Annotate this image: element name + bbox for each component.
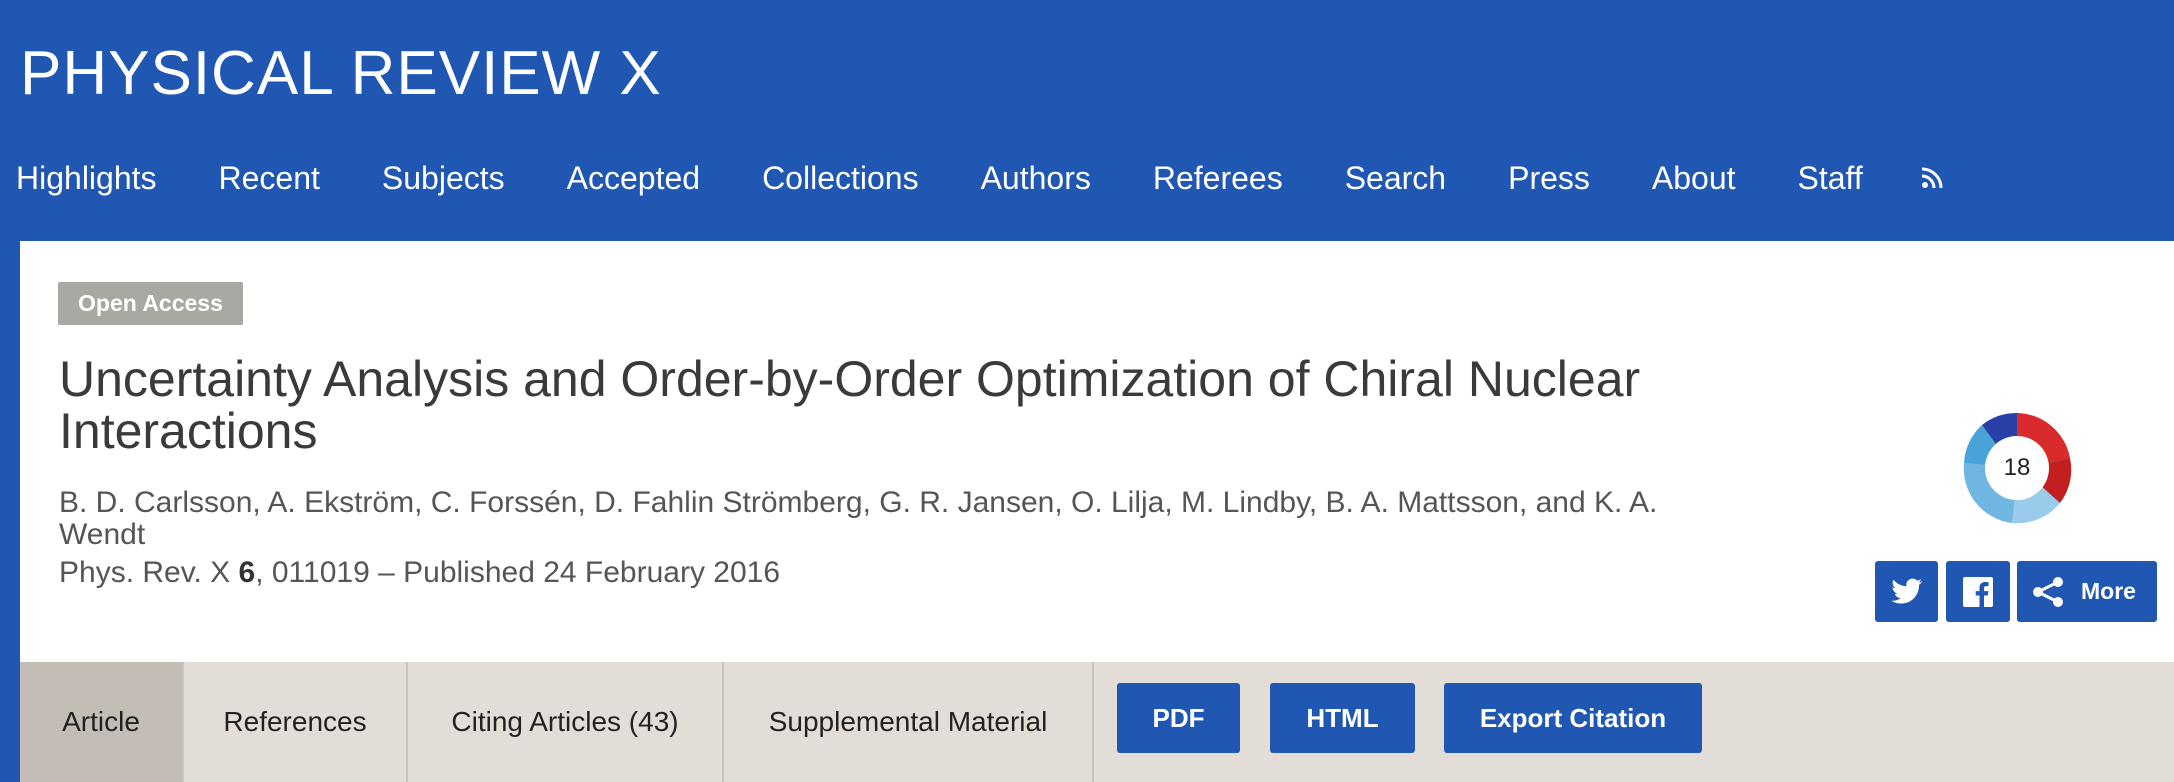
nav-recent[interactable]: Recent — [203, 150, 336, 206]
tab-citing-articles[interactable]: Citing Articles (43) — [408, 662, 724, 782]
tab-references[interactable]: References — [184, 662, 408, 782]
html-button[interactable]: HTML — [1270, 683, 1415, 753]
open-access-badge: Open Access — [58, 282, 243, 325]
citation-line: Phys. Rev. X 6, 011019 – Published 24 Fe… — [59, 555, 780, 591]
masthead: PHYSICAL REVIEW X Highlights Recent Subj… — [0, 0, 2174, 240]
nav-about[interactable]: About — [1636, 150, 1752, 206]
share-icon — [2033, 576, 2063, 607]
tab-supplemental-material[interactable]: Supplemental Material — [724, 662, 1094, 782]
nav-referees[interactable]: Referees — [1137, 150, 1299, 206]
nav-subjects[interactable]: Subjects — [366, 150, 521, 206]
author-list[interactable]: B. D. Carlsson, A. Ekström, C. Forssén, … — [59, 487, 1659, 551]
article-title: Uncertainty Analysis and Order-by-Order … — [59, 351, 1641, 459]
twitter-share-button[interactable] — [1875, 561, 1938, 622]
main-nav: Highlights Recent Subjects Accepted Coll… — [0, 150, 1989, 206]
nav-collections[interactable]: Collections — [746, 150, 935, 206]
published-date: – Published 24 February 2016 — [369, 556, 781, 589]
more-share-button[interactable]: More — [2017, 561, 2157, 622]
journal-abbrev: Phys. Rev. X — [59, 556, 231, 589]
export-citation-button[interactable]: Export Citation — [1444, 683, 1702, 753]
nav-accepted[interactable]: Accepted — [551, 150, 716, 206]
pdf-button[interactable]: PDF — [1117, 683, 1240, 753]
facebook-share-button[interactable] — [1946, 561, 2010, 622]
altmetric-badge[interactable]: 18 — [1952, 403, 2082, 533]
rss-icon[interactable] — [1905, 167, 1959, 189]
nav-search[interactable]: Search — [1329, 150, 1462, 206]
journal-title[interactable]: PHYSICAL REVIEW X — [20, 38, 662, 110]
tab-article[interactable]: Article — [20, 662, 184, 782]
more-label: More — [2081, 578, 2136, 604]
altmetric-score: 18 — [2003, 454, 2031, 481]
nav-authors[interactable]: Authors — [965, 150, 1107, 206]
nav-staff[interactable]: Staff — [1782, 150, 1879, 206]
volume: 6 — [238, 556, 256, 589]
facebook-icon — [1963, 576, 1993, 607]
twitter-icon — [1890, 578, 1922, 603]
nav-highlights[interactable]: Highlights — [0, 150, 173, 206]
nav-press[interactable]: Press — [1492, 150, 1606, 206]
article-tab-bar: Article References Citing Articles (43) … — [20, 662, 2174, 782]
article-panel: Open Access Uncertainty Analysis and Ord… — [20, 241, 2174, 782]
article-number: , 011019 — [255, 556, 370, 589]
